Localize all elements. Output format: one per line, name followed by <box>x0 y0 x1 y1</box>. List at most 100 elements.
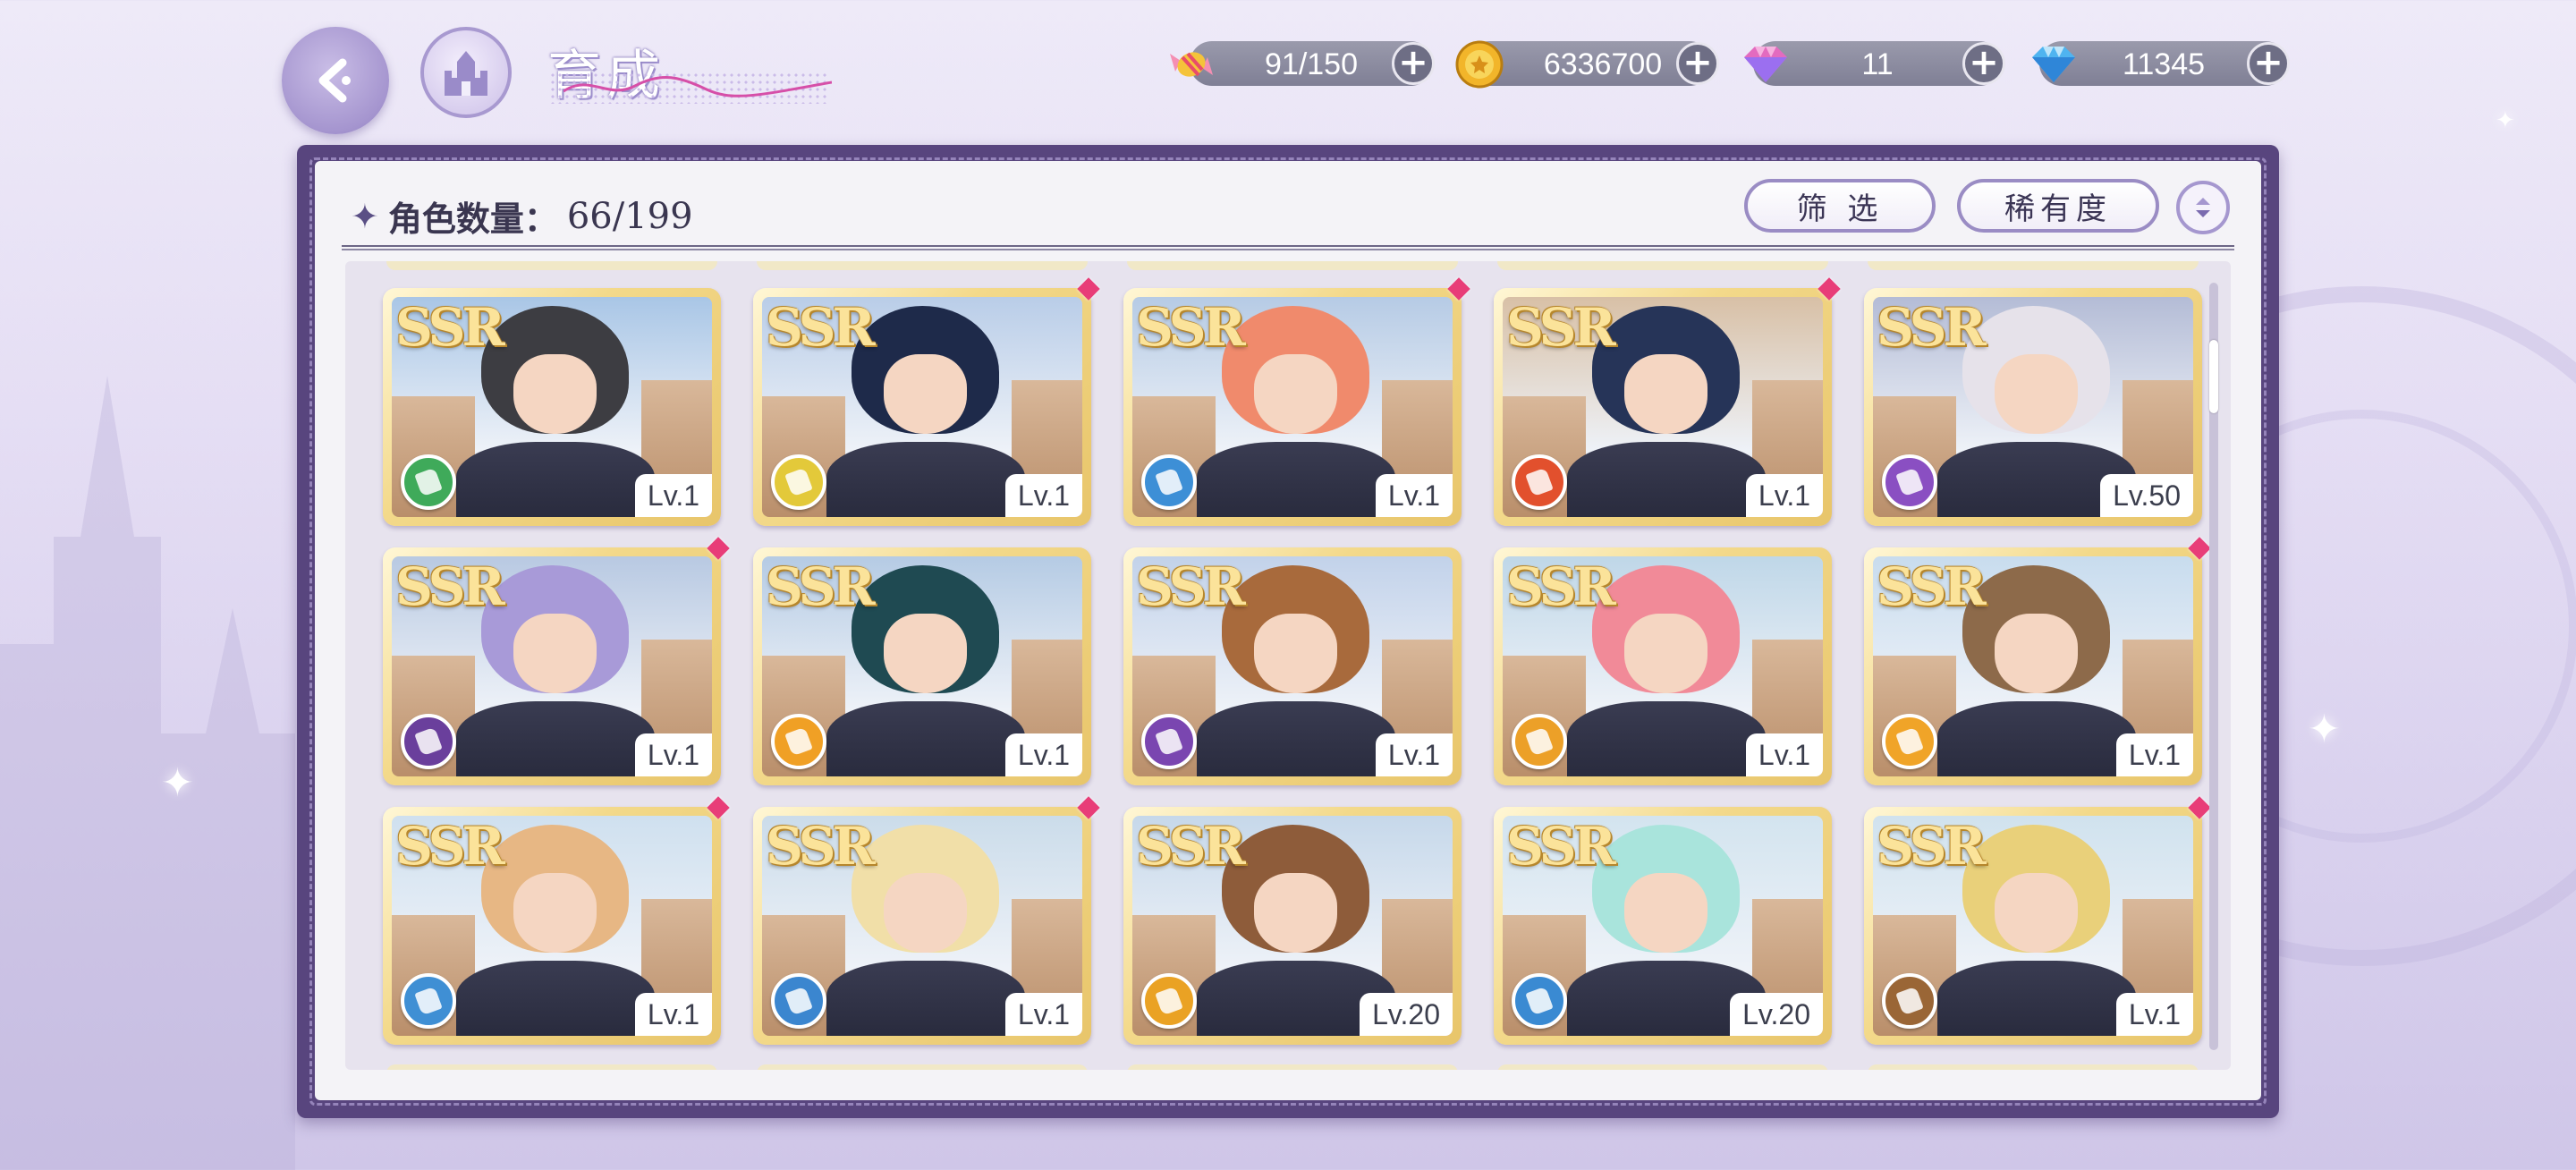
level-badge: Lv.1 <box>634 733 712 776</box>
character-type-icon <box>1882 714 1937 769</box>
add-stamina-button[interactable]: + <box>1392 42 1435 85</box>
home-button[interactable] <box>420 27 512 118</box>
rarity-badge: SSR <box>395 297 505 358</box>
character-card[interactable]: SSR Lv.1 <box>1123 547 1462 785</box>
character-card[interactable]: SSR Lv.1 <box>1864 547 2202 785</box>
level-badge: Lv.1 <box>2115 993 2193 1036</box>
character-card[interactable]: SSR Lv.1 <box>383 807 721 1045</box>
level-badge: Lv.1 <box>1745 733 1823 776</box>
character-card[interactable]: SSR Lv.1 <box>383 288 721 526</box>
character-face <box>884 872 968 953</box>
type-glyph-icon <box>414 467 443 497</box>
type-glyph-icon <box>414 986 443 1016</box>
top-bar: 育成 91/150 + 6336700 + 11 + 11345 <box>0 0 2576 134</box>
character-card[interactable]: SSR Lv.1 <box>753 547 1091 785</box>
card-peek-bottom <box>386 1064 717 1070</box>
type-glyph-icon <box>1895 986 1924 1016</box>
character-card[interactable]: SSR Lv.1 <box>383 547 721 785</box>
character-card[interactable]: SSR Lv.1 <box>1494 547 1832 785</box>
character-card[interactable]: SSR Lv.20 <box>1123 807 1462 1045</box>
character-portrait: SSR Lv.1 <box>1873 816 2193 1036</box>
character-portrait: SSR Lv.1 <box>1873 556 2193 776</box>
level-badge: Lv.50 <box>2100 474 2193 517</box>
rarity-badge: SSR <box>395 556 505 617</box>
character-portrait: SSR Lv.1 <box>762 556 1082 776</box>
gold-coin-icon <box>1455 40 1504 89</box>
character-face <box>1995 613 2079 693</box>
blue-diamond-icon <box>2032 47 2075 82</box>
character-body <box>1196 442 1395 517</box>
sort-order-icon <box>2196 198 2210 217</box>
character-portrait: SSR Lv.1 <box>762 297 1082 517</box>
sort-rarity-button[interactable]: 稀有度 <box>1957 179 2159 233</box>
scrollbar-thumb[interactable] <box>2209 340 2218 413</box>
type-glyph-icon <box>1895 726 1924 757</box>
sort-rarity-button-label: 稀有度 <box>2004 191 2112 227</box>
rarity-badge: SSR <box>1136 816 1246 877</box>
character-type-icon <box>771 714 826 769</box>
character-portrait: SSR Lv.1 <box>392 297 712 517</box>
level-badge: Lv.1 <box>1745 474 1823 517</box>
character-type-icon <box>1512 973 1567 1029</box>
sparkle-decoration: ✦ <box>161 760 194 806</box>
rarity-badge: SSR <box>1506 297 1616 358</box>
stamina-value: 91/150 <box>1265 47 1358 81</box>
type-glyph-icon <box>1525 467 1554 497</box>
gem-value: 11345 <box>2122 47 2206 81</box>
character-card[interactable]: SSR Lv.1 <box>1864 807 2202 1045</box>
character-card[interactable]: SSR Lv.1 <box>753 288 1091 526</box>
filter-button[interactable]: 筛 选 <box>1744 179 1936 233</box>
sort-order-toggle[interactable] <box>2176 181 2230 234</box>
sparkle-icon: ✦ <box>351 196 379 236</box>
card-peek-top <box>1127 261 1458 270</box>
level-badge: Lv.20 <box>1360 993 1453 1036</box>
character-portrait: SSR Lv.1 <box>1503 297 1823 517</box>
add-gem-button[interactable]: + <box>2247 42 2290 85</box>
character-face <box>1624 353 1708 434</box>
character-body <box>455 961 655 1036</box>
character-portrait: SSR Lv.1 <box>1132 297 1453 517</box>
character-card[interactable]: SSR Lv.20 <box>1494 807 1832 1045</box>
character-card[interactable]: SSR Lv.50 <box>1864 288 2202 526</box>
type-glyph-icon <box>1895 467 1924 497</box>
title-squiggle-decoration <box>564 75 832 98</box>
character-type-icon <box>771 454 826 510</box>
character-body <box>1566 442 1766 517</box>
character-type-icon <box>1512 454 1567 510</box>
level-badge: Lv.1 <box>1004 474 1082 517</box>
character-portrait: SSR Lv.1 <box>392 556 712 776</box>
card-peek-top <box>386 261 717 270</box>
type-glyph-icon <box>414 726 443 757</box>
rarity-badge: SSR <box>395 816 505 877</box>
character-count-value: 66/199 <box>566 195 693 237</box>
rarity-badge: SSR <box>1877 297 1987 358</box>
sparkle-decoration: ✦ <box>2308 707 2341 752</box>
character-card[interactable]: SSR Lv.1 <box>753 807 1091 1045</box>
level-badge: Lv.1 <box>634 993 712 1036</box>
card-peek-bottom <box>757 1064 1088 1070</box>
character-type-icon <box>771 973 826 1029</box>
character-portrait: SSR Lv.1 <box>762 816 1082 1036</box>
character-body <box>455 701 655 776</box>
character-portrait: SSR Lv.50 <box>1873 297 2193 517</box>
character-face <box>1624 872 1708 953</box>
add-gold-button[interactable]: + <box>1676 42 1719 85</box>
character-face <box>513 872 597 953</box>
level-badge: Lv.1 <box>2115 733 2193 776</box>
card-peek-bottom <box>1868 1064 2199 1070</box>
level-badge: Lv.1 <box>1375 733 1453 776</box>
character-face <box>513 353 597 434</box>
character-face <box>1254 872 1338 953</box>
back-button[interactable] <box>282 27 389 134</box>
rarity-badge: SSR <box>1877 816 1987 877</box>
character-portrait: SSR Lv.20 <box>1503 816 1823 1036</box>
level-badge: Lv.1 <box>1375 474 1453 517</box>
add-paid-gem-button[interactable]: + <box>1962 42 2005 85</box>
level-badge: Lv.20 <box>1730 993 1823 1036</box>
card-peek-top <box>1497 261 1828 270</box>
type-glyph-icon <box>784 986 813 1016</box>
character-card[interactable]: SSR Lv.1 <box>1494 288 1832 526</box>
header-divider <box>342 245 2234 250</box>
character-card[interactable]: SSR Lv.1 <box>1123 288 1462 526</box>
character-type-icon <box>1882 973 1937 1029</box>
